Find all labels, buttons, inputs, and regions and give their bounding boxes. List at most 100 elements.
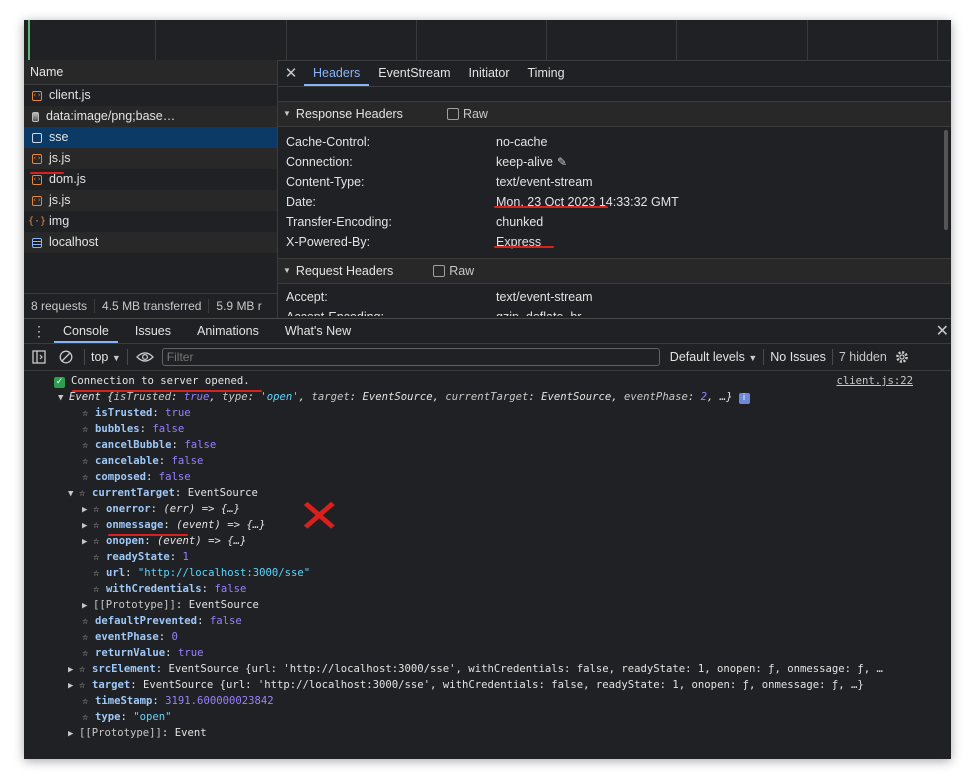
property-row[interactable]: ▶ ☆ srcElement: EventSource {url: 'http://… xyxy=(68,661,883,677)
summary-value: true xyxy=(183,391,210,403)
star-icon[interactable]: ☆ xyxy=(82,405,95,421)
console-drawer: ⋮ Console Issues Animations What's New ✕… xyxy=(24,318,951,759)
more-menu-icon[interactable]: ⋮ xyxy=(24,323,54,340)
pencil-icon[interactable]: ✎ xyxy=(557,155,567,169)
star-icon[interactable]: ☆ xyxy=(82,709,95,725)
header-row: Cache-Control: no-cache xyxy=(278,132,951,152)
tab-eventstream[interactable]: EventStream xyxy=(369,60,459,86)
property-key: [[Prototype]] xyxy=(93,599,176,611)
star-icon[interactable]: ☆ xyxy=(93,565,106,581)
star-icon[interactable]: ☆ xyxy=(93,581,106,597)
timeline-marker xyxy=(28,20,30,60)
header-row: Transfer-Encoding: chunked xyxy=(278,212,951,232)
context-value: top xyxy=(91,350,109,364)
context-selector[interactable]: top ▼ xyxy=(91,350,121,364)
property-row[interactable]: ▶ ☆ target: EventSource {url: 'http://loca… xyxy=(68,677,864,693)
star-icon[interactable]: ☆ xyxy=(79,677,92,693)
divider xyxy=(763,349,765,365)
issues-button[interactable]: No Issues xyxy=(770,350,826,364)
tab-timing[interactable]: Timing xyxy=(519,60,574,86)
tab-headers[interactable]: Headers xyxy=(304,60,370,86)
request-row[interactable]: {·} img xyxy=(24,211,277,232)
star-icon[interactable]: ☆ xyxy=(82,421,95,437)
request-count: 8 requests xyxy=(24,299,96,313)
star-icon[interactable]: ☆ xyxy=(82,469,95,485)
tab-whats-new[interactable]: What's New xyxy=(276,319,360,343)
request-name: client.js xyxy=(49,88,91,102)
tab-console[interactable]: Console xyxy=(54,319,118,343)
tab-initiator[interactable]: Initiator xyxy=(460,60,519,86)
star-icon[interactable]: ☆ xyxy=(93,533,106,549)
property-value: "open" xyxy=(133,711,172,723)
star-icon[interactable]: ☆ xyxy=(93,501,106,517)
property-row[interactable]: ▶ [[Prototype]]: EventSource xyxy=(82,597,259,613)
header-value: text/event-stream xyxy=(496,290,593,304)
star-icon[interactable]: ☆ xyxy=(79,485,92,501)
summary-tail: , …} xyxy=(706,391,733,403)
header-key: Connection: xyxy=(286,155,353,169)
clear-console-icon[interactable] xyxy=(54,350,78,364)
sidebar-toggle-icon[interactable] xyxy=(24,350,54,364)
filter-input[interactable] xyxy=(161,348,660,366)
scrollbar[interactable] xyxy=(944,130,948,230)
request-row[interactable]: localhost xyxy=(24,232,277,253)
eye-icon[interactable] xyxy=(134,351,156,363)
property-row[interactable]: ▶ ☆ onerror: (err) => {…} xyxy=(82,501,240,517)
star-icon[interactable]: ☆ xyxy=(79,661,92,677)
triangle-down-icon: ▼ xyxy=(283,266,291,275)
message-text: Connection to server opened. xyxy=(71,375,250,387)
request-headers-section[interactable]: ▼ Request Headers Raw xyxy=(278,258,951,284)
source-link[interactable]: client.js:22 xyxy=(836,373,913,389)
property-key: readyState xyxy=(106,551,170,563)
triangle-down-icon: ▼ xyxy=(58,393,64,403)
property-row[interactable]: ▶ [[Prototype]]: Event xyxy=(68,725,207,741)
request-name: sse xyxy=(49,130,69,144)
header-value: gzip, deflate, br xyxy=(496,307,581,316)
summary-key: target xyxy=(311,391,350,403)
property-value: (err) => {…} xyxy=(163,503,240,515)
star-icon[interactable]: ☆ xyxy=(82,453,95,469)
star-icon[interactable]: ☆ xyxy=(82,629,95,645)
settings-gear-icon[interactable] xyxy=(895,350,909,364)
tab-animations[interactable]: Animations xyxy=(188,319,268,343)
triangle-right-icon: ▶ xyxy=(68,665,74,675)
property-key: onerror xyxy=(106,503,151,515)
star-icon[interactable]: ☆ xyxy=(93,517,106,533)
section-title: Request Headers xyxy=(295,264,394,278)
name-column-header[interactable]: Name xyxy=(24,60,277,85)
header-row: Date: Mon, 23 Oct 2023 14:33:32 GMT xyxy=(278,192,951,212)
request-row[interactable]: data:image/png;base… xyxy=(24,106,277,127)
property-value: false xyxy=(209,615,242,627)
property-row[interactable]: ▶ ☆ onmessage: (event) => {…} xyxy=(82,517,265,533)
log-levels-dropdown[interactable]: Default levels ▼ xyxy=(670,350,757,364)
close-drawer-icon[interactable]: ✕ xyxy=(936,321,949,341)
property-row: ☆ returnValue: true xyxy=(82,645,204,661)
tab-issues[interactable]: Issues xyxy=(126,319,180,343)
header-row: Content-Type: text/event-stream xyxy=(278,172,951,192)
star-icon[interactable]: ☆ xyxy=(82,613,95,629)
star-icon[interactable]: ☆ xyxy=(82,693,95,709)
request-row[interactable]: ‹› js.js xyxy=(24,148,277,169)
star-icon[interactable]: ☆ xyxy=(93,549,106,565)
header-value: Mon, 23 Oct 2023 14:33:32 GMT xyxy=(496,195,679,209)
request-row-selected[interactable]: sse xyxy=(24,127,277,148)
property-value: 1 xyxy=(182,551,189,563)
property-key: defaultPrevented xyxy=(95,615,198,627)
close-icon[interactable]: ✕ xyxy=(278,64,304,82)
property-value: EventSource {url: 'http://localhost:3000… xyxy=(143,679,864,691)
event-summary[interactable]: ▼ Event {isTrusted: true, type: 'open', t… xyxy=(58,389,750,405)
star-icon[interactable]: ☆ xyxy=(82,437,95,453)
response-headers-section[interactable]: ▼ Response Headers Raw xyxy=(278,101,951,127)
network-timeline[interactable] xyxy=(24,20,951,61)
request-row[interactable]: ‹› js.js xyxy=(24,190,277,211)
raw-checkbox[interactable] xyxy=(433,265,446,277)
property-key: timeStamp xyxy=(95,695,153,707)
property-row[interactable]: ▶ ☆ onopen: (event) => {…} xyxy=(82,533,246,549)
request-row[interactable]: ‹› client.js xyxy=(24,85,277,106)
info-icon[interactable]: i xyxy=(738,393,750,404)
star-icon[interactable]: ☆ xyxy=(82,645,95,661)
property-row-expanded[interactable]: ▼ ☆ currentTarget: EventSource xyxy=(68,485,258,501)
property-value: EventSource {url: 'http://localhost:3000… xyxy=(168,663,883,675)
raw-checkbox[interactable] xyxy=(446,108,459,120)
